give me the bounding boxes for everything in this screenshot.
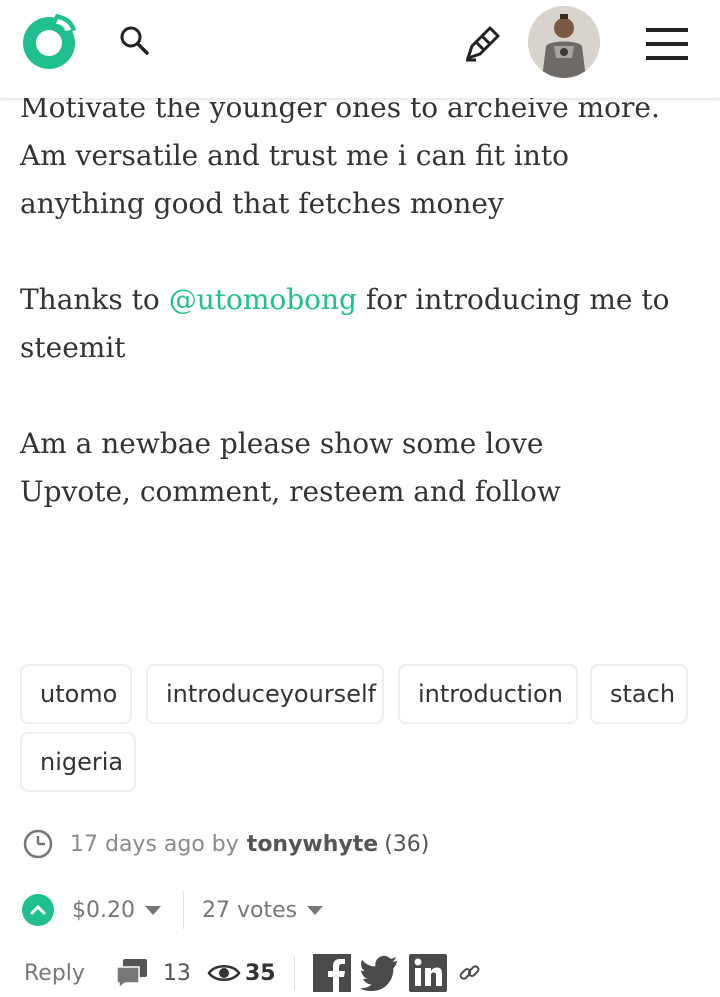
upvote-button[interactable] <box>22 894 54 926</box>
hamburger-menu-icon[interactable] <box>646 28 688 64</box>
post-meta: 17 days ago by tonywhyte (36) <box>22 824 429 864</box>
eye-icon <box>207 965 241 981</box>
menu-bar <box>646 28 688 32</box>
steemit-logo-icon[interactable] <box>18 10 80 72</box>
facebook-icon[interactable] <box>312 954 351 992</box>
comments-icon[interactable] <box>115 957 149 989</box>
post-body: Motivate the younger ones to archeive mo… <box>20 84 710 516</box>
author-reputation: (36) <box>384 831 430 857</box>
thanks-suffix: for introducing me to <box>356 283 670 316</box>
divider <box>293 956 295 990</box>
user-mention-link[interactable]: @utomobong <box>169 283 357 316</box>
post-time: 17 days ago by <box>70 831 239 857</box>
user-avatar[interactable] <box>528 6 600 78</box>
post-line: Am a newbae please show some love <box>20 427 544 460</box>
post-line: steemit <box>20 331 126 364</box>
payout-value: $0.20 <box>72 897 135 923</box>
vote-count: 27 votes <box>201 897 298 923</box>
vote-bar: $0.20 27 votes <box>22 890 324 930</box>
payout-dropdown[interactable]: $0.20 <box>72 898 161 923</box>
comment-count: 13 <box>162 960 191 986</box>
pen-icon[interactable] <box>462 24 502 64</box>
caret-down-icon <box>144 905 161 915</box>
tag-utomo[interactable]: utomo <box>20 664 132 724</box>
menu-bar <box>646 56 688 60</box>
tag-stach[interactable]: stach <box>590 664 688 724</box>
tag-introduction[interactable]: introduction <box>398 664 578 724</box>
avatar-image <box>528 6 600 78</box>
link-icon[interactable] <box>457 960 483 986</box>
post-line: anything good that fetches money <box>20 187 504 220</box>
clock-icon <box>23 829 53 859</box>
votes-dropdown[interactable]: 27 votes <box>201 897 324 923</box>
post-line: Upvote, comment, resteem and follow <box>20 475 561 508</box>
post-actions: Reply 13 35 <box>24 950 493 996</box>
thanks-prefix: Thanks to <box>20 283 169 316</box>
post-line: Am versatile and trust me i can fit into <box>20 139 569 172</box>
post-line: Thanks to @utomobong for introducing me … <box>20 276 710 324</box>
linkedin-icon[interactable] <box>408 954 447 992</box>
chevron-up-icon <box>29 904 47 916</box>
tag-nigeria[interactable]: nigeria <box>20 732 136 792</box>
reply-link[interactable]: Reply <box>24 961 85 986</box>
author-link[interactable]: tonywhyte <box>247 832 378 857</box>
view-count: 35 <box>244 960 276 986</box>
search-icon[interactable] <box>118 24 150 56</box>
caret-down-icon <box>307 905 324 915</box>
tag-introduceyourself[interactable]: introduceyourself <box>146 664 384 724</box>
divider <box>182 891 184 929</box>
menu-bar <box>646 42 688 46</box>
top-bar <box>0 0 720 98</box>
twitter-icon[interactable] <box>360 954 399 992</box>
